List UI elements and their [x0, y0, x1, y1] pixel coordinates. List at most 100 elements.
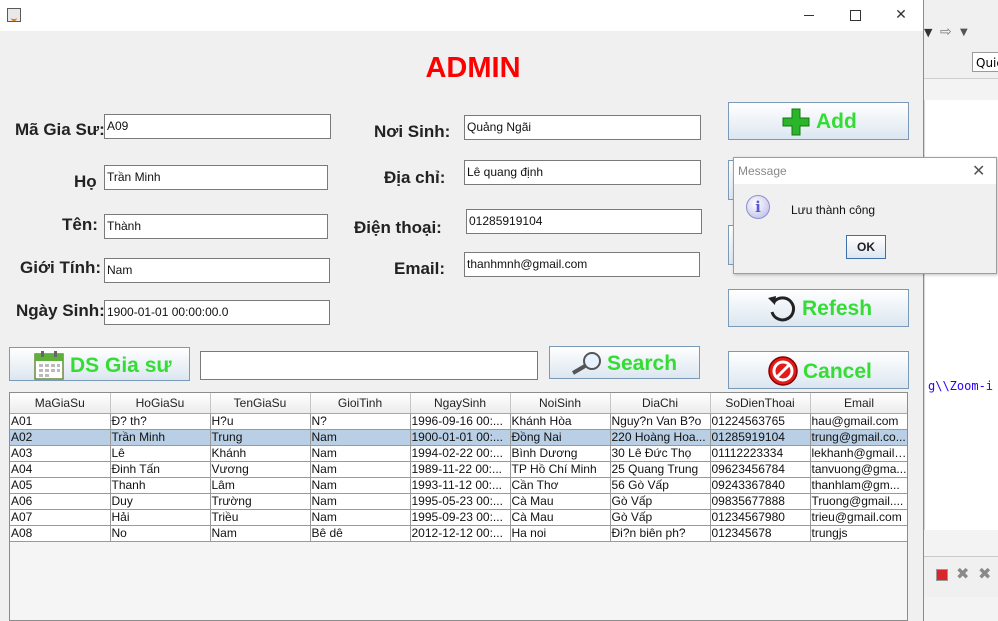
gioi-tinh-field[interactable]: Nam — [104, 258, 330, 283]
table-cell: Gò Vấp — [610, 493, 711, 510]
table-row[interactable]: A06 Duy Trường Nam 1995-05-23 00:... Cà Mau Gò… — [10, 493, 907, 510]
table-row[interactable]: A07 Hải Triều Nam 1995-09-23 00:... Cà Mau Gò … — [10, 509, 907, 526]
table-cell: Nam — [310, 461, 411, 478]
table-cell: N? — [310, 413, 411, 430]
search-input[interactable] — [200, 351, 538, 380]
column-header[interactable]: GioiTinh — [310, 393, 411, 414]
table-cell: Trường — [210, 493, 311, 510]
table-cell: A07 — [10, 509, 111, 526]
calendar-icon — [33, 349, 65, 387]
table-cell: 09243367840 — [710, 477, 811, 494]
cancel-icon — [767, 355, 799, 393]
table-cell: Lâm — [210, 477, 311, 494]
search-button[interactable]: Search — [549, 346, 700, 379]
ok-button[interactable]: OK — [846, 235, 886, 259]
table-cell: 1994-02-22 00:... — [410, 445, 511, 462]
table-cell: hau@gmail.com — [810, 413, 907, 430]
ngay-sinh-field[interactable]: 1900-01-01 00:00:00.0 — [104, 300, 330, 325]
ma-gia-su-field[interactable]: A09 — [104, 114, 331, 139]
label-gioi-tinh: Giới Tính: — [20, 258, 102, 277]
dialog-title-bar: Message ✕ — [734, 158, 996, 184]
stop-icon[interactable] — [936, 569, 948, 581]
column-header[interactable]: NoiSinh — [510, 393, 611, 414]
table-cell: lekhanh@gmail.... — [810, 445, 908, 462]
table-cell: A03 — [10, 445, 111, 462]
dien-thoai-field[interactable]: 01285919104 — [466, 209, 702, 234]
cancel-button[interactable]: Cancel — [728, 351, 909, 389]
table-row[interactable]: A08 No Nam Bê dê 2012-12-12 00:... Ha noi Đi?n… — [10, 525, 907, 542]
remove-icon[interactable]: ✖ — [956, 564, 969, 583]
table-cell: Truong@gmail.... — [810, 493, 907, 510]
table-cell: Nam — [310, 509, 411, 526]
table-row[interactable]: A05 Thanh Lâm Nam 1993-11-12 00:... Cần Thơ 56… — [10, 477, 907, 494]
table-cell: Gò Vấp — [610, 509, 711, 526]
table-cell: TP Hồ Chí Minh — [510, 461, 611, 478]
forward-arrow-icon[interactable]: ⇨ — [940, 24, 952, 40]
ten-field[interactable]: Thành — [104, 214, 328, 239]
add-button[interactable]: Add — [728, 102, 909, 140]
column-header[interactable]: Email — [810, 393, 907, 414]
table-row[interactable]: A02 Trần Minh Trung Nam 1900-01-01 00:... Đồn… — [10, 429, 907, 446]
table-cell: tanvuong@gma... — [810, 461, 907, 478]
table-cell: Đi?n biên ph? — [610, 525, 711, 542]
table-cell: 01112223334 — [710, 445, 811, 462]
minimize-button[interactable] — [786, 0, 832, 31]
dialog-close-icon[interactable]: ✕ — [972, 161, 985, 180]
column-header[interactable]: HoGiaSu — [110, 393, 211, 414]
table-cell: Đinh Tấn — [110, 461, 211, 478]
table-cell: trung@gmail.co... — [810, 429, 907, 446]
table-row[interactable]: A03 Lê Khánh Nam 1994-02-22 00:... Bình Dương… — [10, 445, 908, 462]
table-cell: 30 Lê Đức Thọ — [610, 445, 711, 462]
table-cell: 56 Gò Vấp — [610, 477, 711, 494]
table-cell: Vương — [210, 461, 311, 478]
label-ma-gia-su: Mã Gia Sư: — [15, 120, 105, 139]
table-header-row: MaGiaSu HoGiaSu TenGiaSu GioiTinh NgaySinh No… — [10, 393, 907, 414]
label-ngay-sinh: Ngày Sinh: — [16, 301, 105, 320]
dropdown-arrow-icon[interactable]: ▼ — [924, 26, 932, 39]
dialog-title: Message — [738, 164, 787, 178]
table-cell: Cà Mau — [510, 493, 611, 510]
ds-gia-su-label: DS Gia sư — [70, 354, 172, 377]
dropdown-arrow-icon[interactable]: ▼ — [960, 27, 968, 38]
search-icon — [570, 350, 604, 382]
refresh-button[interactable]: Refesh — [728, 289, 909, 327]
dialog-message: Lưu thành công — [791, 203, 876, 217]
page-title: ADMIN — [425, 52, 521, 84]
admin-window: ✕ ADMIN Mã Gia Sư: Họ Tên: Giới Tính: Ng… — [0, 0, 924, 621]
ho-field[interactable]: Trần Minh — [104, 165, 328, 190]
column-header[interactable]: DiaChi — [610, 393, 711, 414]
table-cell: 01234567980 — [710, 509, 811, 526]
table-cell: 1995-05-23 00:... — [410, 493, 511, 510]
gia-su-table[interactable]: MaGiaSu HoGiaSu TenGiaSu GioiTinh NgaySinh No… — [9, 392, 908, 621]
table-cell: 1993-11-12 00:... — [410, 477, 511, 494]
email-field[interactable]: thanhmnh@gmail.com — [464, 252, 700, 277]
table-row[interactable]: A04 Đinh Tấn Vương Nam 1989-11-22 00:... TP H… — [10, 461, 907, 478]
ds-gia-su-button[interactable]: DS Gia sư — [9, 347, 190, 381]
table-row[interactable]: A01 Đ? th? H?u N? 1996-09-16 00:... Khánh Hòa… — [10, 413, 907, 430]
table-cell: trungjs — [810, 525, 907, 542]
column-header[interactable]: SoDienThoai — [710, 393, 811, 414]
remove-all-icon[interactable]: ✖ — [978, 564, 991, 583]
table-cell: 1995-09-23 00:... — [410, 509, 511, 526]
table-cell: Cần Thơ — [510, 477, 611, 494]
column-header[interactable]: MaGiaSu — [10, 393, 111, 414]
table-cell: 012345678 — [710, 525, 811, 542]
noi-sinh-field[interactable]: Quảng Ngãi — [464, 115, 701, 140]
title-bar: ✕ — [0, 0, 923, 31]
maximize-button[interactable] — [832, 0, 878, 31]
quick-access-input[interactable]: Quic — [972, 52, 998, 72]
table-cell: Lê — [110, 445, 211, 462]
dia-chi-field[interactable]: Lê quang định — [464, 160, 701, 185]
cancel-button-label: Cancel — [803, 360, 872, 383]
close-button[interactable]: ✕ — [878, 0, 924, 31]
table-cell: A06 — [10, 493, 111, 510]
java-app-icon — [7, 8, 21, 22]
label-noi-sinh: Nơi Sinh: — [374, 122, 451, 141]
table-cell: thanhlam@gm... — [810, 477, 907, 494]
table-cell: No — [110, 525, 211, 542]
column-header[interactable]: TenGiaSu — [210, 393, 311, 414]
column-header[interactable]: NgaySinh — [410, 393, 511, 414]
label-ho: Họ — [74, 172, 97, 191]
table-cell: H?u — [210, 413, 311, 430]
info-icon: i — [746, 195, 770, 219]
